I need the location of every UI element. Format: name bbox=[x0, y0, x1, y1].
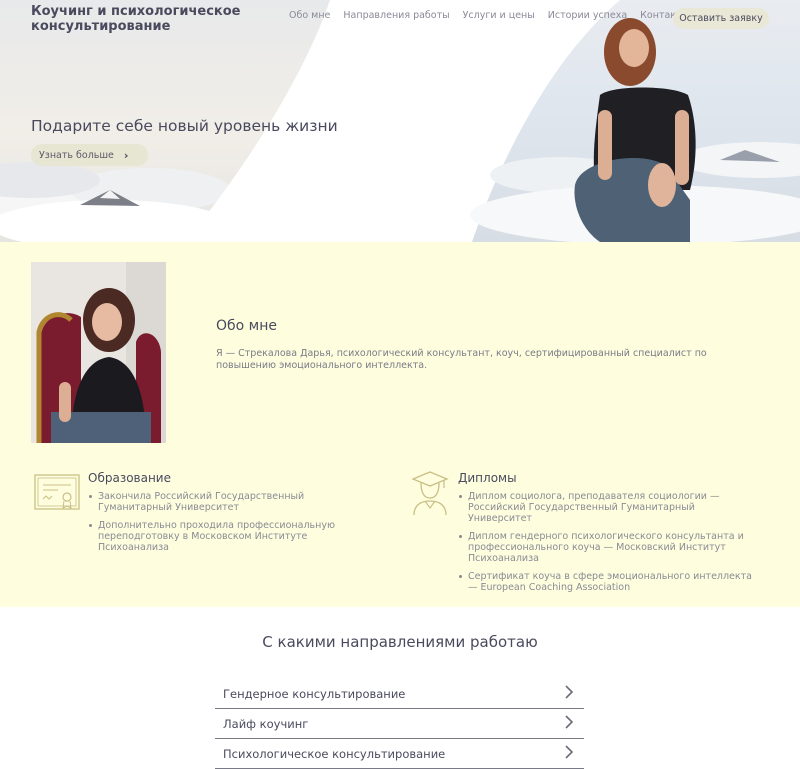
nav-item-stories[interactable]: Истории успеха bbox=[548, 10, 627, 21]
list-item: Дополнительно проходила профессиональную… bbox=[88, 520, 363, 553]
nav-item-about[interactable]: Обо мне bbox=[289, 10, 330, 21]
list-item: Диплом гендерного психологического консу… bbox=[458, 531, 758, 564]
diplomas-title: Дипломы bbox=[458, 471, 517, 485]
about-description: Я — Стрекалова Дарья, психологический ко… bbox=[216, 348, 707, 371]
certificate-icon bbox=[34, 474, 80, 510]
brand-logo-text[interactable]: Коучинг и психологическое консультирован… bbox=[31, 4, 251, 34]
accordion-label: Гендерное консультирование bbox=[223, 687, 406, 701]
learn-more-button[interactable]: Узнать больше › bbox=[31, 144, 148, 166]
education-title: Образование bbox=[88, 471, 171, 485]
accordion-item-psych-consulting[interactable]: Психологическое консультирование bbox=[215, 739, 584, 769]
nav-item-services[interactable]: Услуги и цены bbox=[463, 10, 535, 21]
accordion-label: Лайф коучинг bbox=[223, 717, 309, 731]
nav-item-directions[interactable]: Направления работы bbox=[343, 10, 449, 21]
hero-section: Коучинг и психологическое консультирован… bbox=[0, 0, 800, 242]
chevron-right-icon bbox=[565, 745, 574, 759]
hero-title: Подарите себе новый уровень жизни bbox=[31, 117, 338, 135]
directions-title: С какими направлениями работаю bbox=[262, 633, 538, 651]
about-title: Обо мне bbox=[216, 318, 277, 334]
main-nav: Обо мне Направления работы Услуги и цены… bbox=[289, 10, 702, 21]
graduate-icon bbox=[411, 471, 449, 516]
chevron-right-icon bbox=[565, 685, 574, 699]
education-list: Закончила Российский Государственный Гум… bbox=[88, 491, 363, 560]
accordion-label: Психологическое консультирование bbox=[223, 747, 446, 761]
chevron-right-icon: › bbox=[123, 148, 129, 162]
list-item: Диплом социолога, преподавателя социолог… bbox=[458, 491, 758, 524]
accordion-item-life-coaching[interactable]: Лайф коучинг bbox=[215, 709, 584, 739]
brand-line-2: консультирование bbox=[31, 19, 171, 34]
list-item: Сертификат коуча в сфере эмоционального … bbox=[458, 571, 758, 593]
chevron-right-icon bbox=[565, 715, 574, 729]
about-portrait-photo bbox=[31, 262, 166, 443]
diplomas-list: Диплом социолога, преподавателя социолог… bbox=[458, 491, 758, 600]
learn-more-label: Узнать больше bbox=[39, 149, 114, 161]
about-section: Обо мне Я — Стрекалова Дарья, психологич… bbox=[0, 242, 800, 607]
list-item: Закончила Российский Государственный Гум… bbox=[88, 491, 363, 513]
accordion-item-gender[interactable]: Гендерное консультирование bbox=[215, 679, 584, 709]
leave-request-button[interactable]: Оставить заявку bbox=[673, 8, 769, 29]
brand-line-1: Коучинг и психологическое bbox=[31, 4, 241, 19]
